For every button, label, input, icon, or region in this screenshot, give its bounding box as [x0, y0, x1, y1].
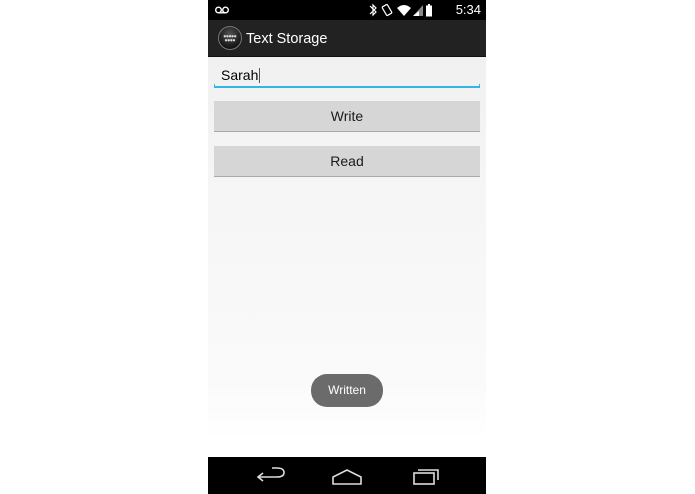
home-icon[interactable] [323, 464, 371, 488]
app-logo-icon[interactable]: ●●●●● ●●●● [218, 26, 242, 50]
name-text-field[interactable]: Sarah [214, 62, 480, 88]
write-button[interactable]: Write [214, 101, 480, 132]
battery-icon [426, 4, 432, 17]
vibrate-icon [381, 3, 393, 17]
phone-screen: 5:34 ●●●●● ●●●● Text Storage Sarah Write … [208, 0, 486, 494]
wifi-icon [397, 5, 411, 16]
status-icons [369, 3, 432, 17]
name-field-value: Sarah [221, 67, 259, 83]
voicemail-icon [215, 6, 229, 14]
status-time: 5:34 [455, 2, 481, 17]
bluetooth-icon [369, 3, 377, 17]
recents-icon[interactable] [401, 464, 449, 488]
navigation-bar [208, 457, 486, 494]
text-field-underline [214, 84, 480, 88]
action-bar: ●●●●● ●●●● Text Storage [208, 20, 486, 57]
app-title: Text Storage [246, 31, 328, 47]
text-cursor [259, 68, 261, 83]
toast-message: Written [311, 374, 383, 407]
back-icon[interactable] [247, 464, 295, 488]
read-button[interactable]: Read [214, 146, 480, 177]
status-bar: 5:34 [208, 0, 486, 20]
signal-icon [413, 5, 423, 16]
